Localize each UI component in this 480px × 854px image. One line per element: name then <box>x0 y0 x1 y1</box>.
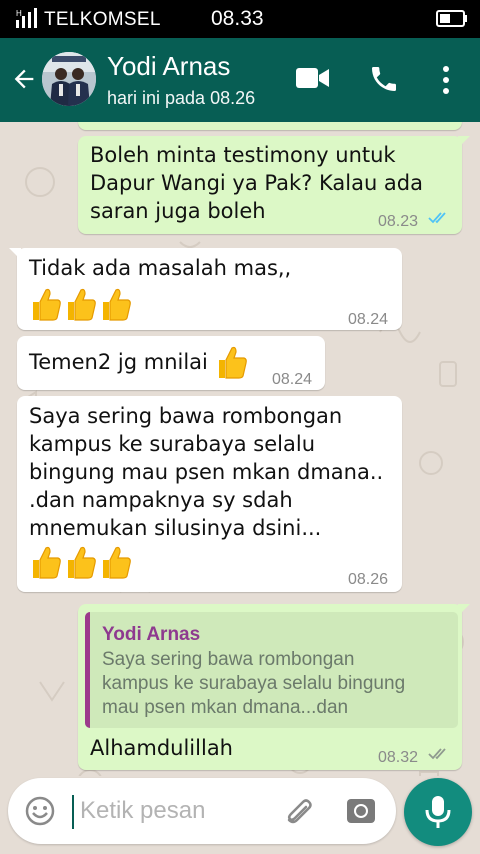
signal-type-label: H <box>16 9 22 18</box>
emoji-row <box>29 286 132 322</box>
message-list[interactable]: Boleh minta testimony untuk Dapur Wangi … <box>0 122 480 776</box>
text-caret <box>72 795 74 829</box>
emoji-row <box>215 344 248 380</box>
attach-icon[interactable] <box>282 795 316 829</box>
message-composer <box>8 778 396 844</box>
message-bubble-outgoing[interactable]: Boleh minta testimony untuk Dapur Wangi … <box>78 136 470 234</box>
delivered-receipt-icon <box>428 748 446 760</box>
thumbs-up-emoji <box>33 288 61 321</box>
contact-avatar[interactable] <box>42 52 96 106</box>
message-bubble-outgoing-reply[interactable]: Yodi Arnas Saya sering bawa rombongan ka… <box>78 604 470 770</box>
emoji-row <box>29 544 132 580</box>
emoji-icon[interactable] <box>24 795 56 827</box>
thumbs-up-emoji <box>68 546 96 579</box>
thumbs-up-emoji <box>68 288 96 321</box>
message-bubble-incoming[interactable]: Tidak ada masalah mas,, 08.24 <box>9 248 402 330</box>
quoted-message[interactable]: Yodi Arnas Saya sering bawa rombongan ka… <box>85 612 458 728</box>
message-bubble-partial <box>78 122 462 130</box>
message-text: Tidak ada masalah mas,, <box>29 256 292 280</box>
message-text: Alhamdulillah <box>90 736 233 760</box>
thumbs-up-emoji <box>33 546 61 579</box>
message-time: 08.23 <box>378 213 419 230</box>
thumbs-up-emoji <box>103 288 131 321</box>
message-time: 08.24 <box>272 371 313 388</box>
bubble-tail <box>9 248 21 260</box>
message-time: 08.24 <box>348 311 389 328</box>
voice-call-icon[interactable] <box>368 63 400 95</box>
read-receipt-icon <box>428 212 446 224</box>
message-bubble-incoming[interactable]: Saya sering bawa rombongan kampus ke sur… <box>17 396 402 592</box>
bubble-tail <box>458 604 470 616</box>
quote-accent-bar <box>85 612 90 728</box>
video-call-icon[interactable] <box>296 66 330 90</box>
battery-icon <box>436 10 467 27</box>
status-bar: H TELKOMSEL 08.33 <box>0 0 480 38</box>
message-input[interactable] <box>80 792 270 830</box>
contact-name[interactable]: Yodi Arnas <box>107 51 230 82</box>
message-time: 08.32 <box>378 749 419 766</box>
quoted-text: Saya sering bawa rombongan kampus ke sur… <box>102 649 406 718</box>
quoted-author: Yodi Arnas <box>102 624 201 645</box>
carrier-name: TELKOMSEL <box>44 9 161 30</box>
message-time: 08.26 <box>348 571 389 588</box>
more-options-icon[interactable] <box>440 64 452 96</box>
chat-header: Yodi Arnas hari ini pada 08.26 <box>0 38 480 122</box>
message-bubble-incoming[interactable]: Temen2 jg mnilai 08.24 <box>17 336 325 390</box>
avatar-photo <box>42 52 96 106</box>
microphone-icon <box>425 796 451 828</box>
last-seen-status: hari ini pada 08.26 <box>107 88 256 108</box>
voice-message-button[interactable] <box>404 778 472 846</box>
signal-icon: H <box>16 8 37 28</box>
back-arrow-icon[interactable] <box>10 65 38 93</box>
status-clock: 08.33 <box>211 7 264 30</box>
message-text: Boleh minta testimony untuk Dapur Wangi … <box>90 143 423 223</box>
message-text: Saya sering bawa rombongan kampus ke sur… <box>29 404 384 540</box>
message-text: Temen2 jg mnilai <box>29 350 208 374</box>
thumbs-up-emoji <box>219 346 247 379</box>
thumbs-up-emoji <box>103 546 131 579</box>
camera-icon[interactable] <box>345 795 377 827</box>
bubble-tail <box>458 136 470 148</box>
